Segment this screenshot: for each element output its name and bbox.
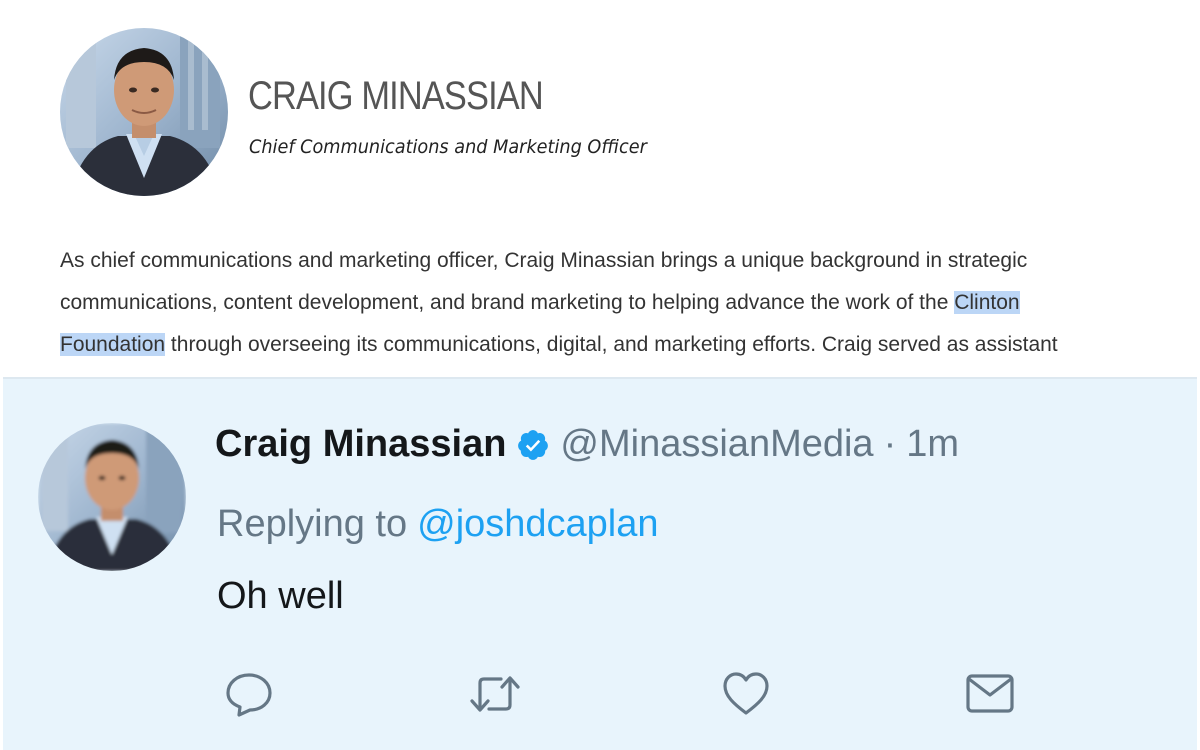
- tweet-header: Craig Minassian @MinassianMedia · 1m: [215, 423, 959, 466]
- tweet-separator: ·: [883, 423, 897, 465]
- bio-line: Foundation through overseeing its commun…: [60, 324, 1170, 366]
- bio-highlight[interactable]: Clinton: [954, 291, 1020, 314]
- bio-highlight[interactable]: Foundation: [60, 333, 166, 356]
- profile-section: CRAIG MINASSIAN Chief Communications and…: [0, 0, 1200, 376]
- person-photo-icon: [38, 423, 186, 571]
- tweet-timestamp[interactable]: 1m: [906, 423, 959, 466]
- like-button[interactable]: [720, 669, 772, 719]
- retweet-button[interactable]: [469, 669, 521, 719]
- bio-line: As chief communications and marketing of…: [60, 240, 1170, 282]
- tweet-avatar[interactable]: [38, 423, 186, 571]
- retweet-icon: [470, 676, 520, 712]
- person-photo-icon: [60, 28, 228, 196]
- bio-line: communications, content development, and…: [60, 282, 1170, 324]
- tweet-card[interactable]: Craig Minassian @MinassianMedia · 1m Rep…: [3, 377, 1197, 750]
- replying-prefix: Replying to: [217, 503, 408, 545]
- bio-text: As chief communications and marketing of…: [60, 249, 1028, 272]
- profile-title: Chief Communications and Marketing Offic…: [249, 136, 647, 158]
- profile-bio: As chief communications and marketing of…: [60, 240, 1170, 366]
- tweet-author-name[interactable]: Craig Minassian: [215, 423, 506, 466]
- replying-to-link[interactable]: @joshdcaplan: [417, 503, 658, 545]
- tweet-actions: [3, 669, 1197, 719]
- tweet-handle[interactable]: @MinassianMedia: [560, 423, 873, 466]
- like-icon: [723, 672, 769, 715]
- profile-name: CRAIG MINASSIAN: [248, 74, 544, 118]
- tweet-replying-to: Replying to @joshdcaplan: [217, 503, 659, 546]
- bio-text: through overseeing its communications, d…: [165, 333, 1058, 356]
- bio-text: communications, content development, and…: [60, 291, 955, 314]
- reply-icon: [226, 673, 272, 717]
- tweet-text: Oh well: [217, 575, 344, 617]
- reply-button[interactable]: [223, 669, 275, 719]
- message-icon: [966, 674, 1014, 713]
- verified-badge-icon: [516, 428, 550, 462]
- profile-photo: [60, 28, 228, 196]
- message-button[interactable]: [964, 669, 1016, 719]
